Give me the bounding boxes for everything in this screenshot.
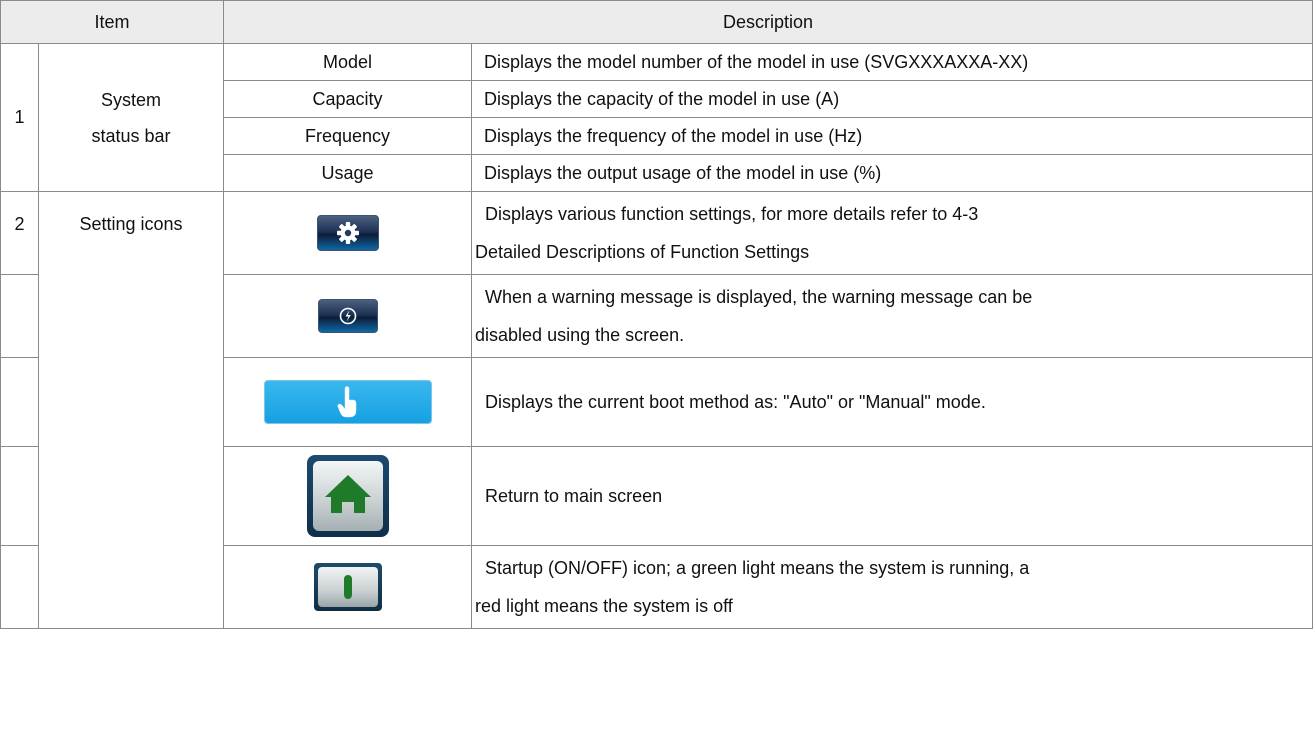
section-number: 1: [0, 43, 39, 192]
field-description: Displays the output usage of the model i…: [471, 154, 1314, 192]
power-button-face: [317, 567, 378, 607]
home-icon[interactable]: [306, 455, 389, 537]
field-name: Model: [223, 43, 473, 81]
table-row: 2 Setting icons Displays various functio…: [0, 191, 1314, 629]
home-button-face: [312, 461, 383, 531]
header-item: Item: [0, 0, 225, 44]
table-row: 1 System status bar Model Displays the m…: [0, 43, 1314, 192]
section-number-continued: [0, 545, 39, 629]
section-label-line2: status bar: [91, 125, 171, 146]
table-header-row: Item Description: [0, 0, 1314, 44]
field-description: Displays various function settings, for …: [471, 191, 1314, 275]
field-description: When a warning message is displayed, the…: [471, 274, 1314, 358]
description-line1: Startup (ON/OFF) icon; a green light mea…: [485, 558, 1030, 578]
description-line2: disabled using the screen.: [475, 325, 685, 345]
icon-cell: [223, 545, 473, 629]
icon-cell: [223, 191, 473, 275]
gear-icon[interactable]: [316, 215, 379, 251]
section-number-continued: [0, 274, 39, 358]
description-line2: red light means the system is off: [475, 596, 733, 616]
field-description: Displays the model number of the model i…: [471, 43, 1314, 81]
icon-cell: [223, 446, 473, 546]
section-number: 2: [0, 191, 39, 275]
description-line1: When a warning message is displayed, the…: [485, 287, 1033, 307]
header-description: Description: [223, 0, 1314, 44]
field-description: Startup (ON/OFF) icon; a green light mea…: [471, 545, 1314, 629]
icon-cell: [223, 357, 473, 447]
description-line1: Displays various function settings, for …: [485, 204, 979, 224]
field-description: Displays the current boot method as: "Au…: [471, 357, 1314, 447]
field-name: Frequency: [223, 117, 473, 155]
section-label: Setting icons: [37, 191, 225, 629]
warning-mute-icon[interactable]: [317, 299, 378, 333]
field-description: Displays the capacity of the model in us…: [471, 80, 1314, 118]
field-description: Displays the frequency of the model in u…: [471, 117, 1314, 155]
section-label-line1: System: [101, 89, 162, 110]
settings-description-table: Item Description 1 System status bar Mod…: [0, 0, 1314, 629]
field-name: Usage: [223, 154, 473, 192]
field-name: Capacity: [223, 80, 473, 118]
power-icon[interactable]: [313, 563, 382, 611]
section-number-continued: [0, 357, 39, 447]
section-number-continued: [0, 446, 39, 546]
hand-pointer-icon[interactable]: [263, 380, 432, 424]
section-label: System status bar: [37, 43, 225, 192]
icon-cell: [223, 274, 473, 358]
field-description: Return to main screen: [471, 446, 1314, 546]
description-line2: Detailed Descriptions of Function Settin…: [475, 242, 810, 262]
